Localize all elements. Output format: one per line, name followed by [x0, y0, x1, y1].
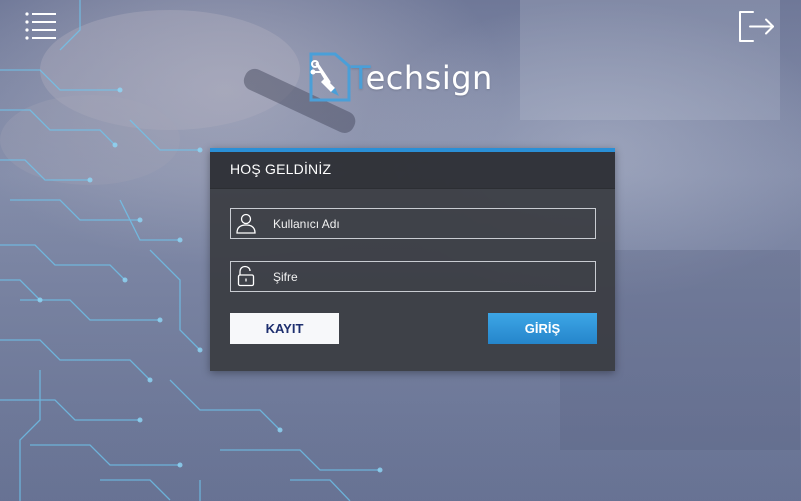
lock-icon [237, 265, 255, 287]
hamburger-list-icon [25, 12, 56, 40]
login-screen: Techsign HOŞ GELDİNİZ Kullanıcı Adı KAYI… [0, 0, 801, 501]
login-title: HOŞ GELDİNİZ [230, 161, 332, 177]
login-button[interactable]: GİRİŞ [488, 313, 597, 344]
brand-name-rest: echsign [365, 59, 493, 97]
login-panel-header: HOŞ GELDİNİZ [210, 152, 615, 189]
logout-button[interactable] [738, 10, 776, 44]
password-input[interactable] [273, 262, 583, 291]
user-icon [236, 213, 256, 234]
register-button[interactable]: KAYIT [230, 313, 339, 344]
circuit-pen-logo-icon [309, 52, 351, 102]
password-field[interactable] [230, 261, 596, 292]
brand-name: Techsign [351, 58, 493, 98]
brand-name-initial: T [351, 59, 366, 97]
brand-logo: Techsign [305, 52, 495, 102]
username-field[interactable] [230, 208, 596, 239]
menu-icon[interactable] [24, 10, 58, 44]
logout-arrow-icon [739, 11, 774, 42]
login-panel: HOŞ GELDİNİZ KAYIT GİRİŞ [210, 148, 615, 371]
username-input[interactable] [273, 209, 583, 238]
